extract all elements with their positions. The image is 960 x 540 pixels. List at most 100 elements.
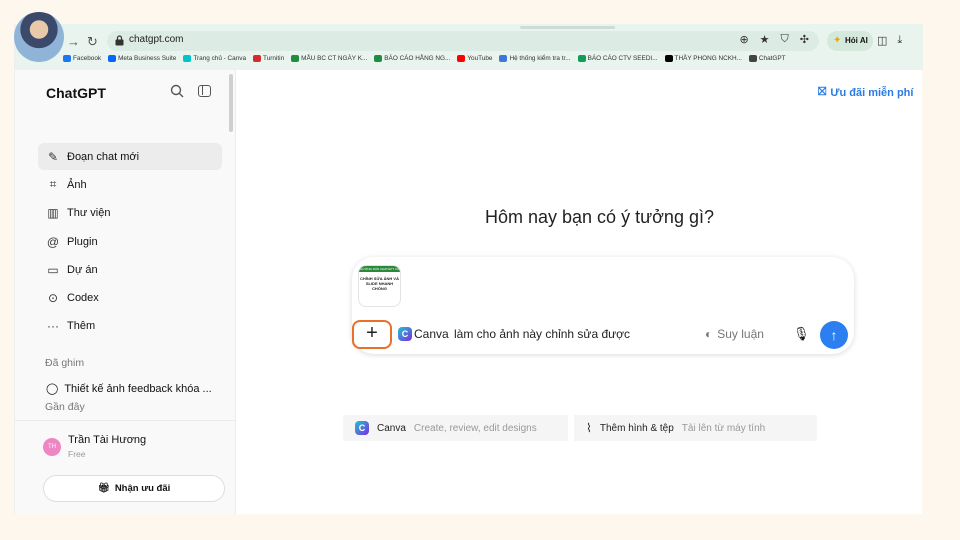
sidebar-item-label: Ảnh	[67, 178, 87, 191]
lock-icon	[115, 35, 124, 46]
bookmark-favicon-icon	[108, 55, 117, 62]
user-name: Trần Tài Hương	[68, 434, 147, 446]
sidebar-item-images[interactable]: ⌗ Ảnh	[38, 171, 222, 198]
page-headline: Hôm nay bạn có ý tưởng gì?	[485, 207, 714, 227]
bookmark-label: YouTube	[467, 55, 493, 62]
bookmark-item[interactable]: THẦY PHONG NCKH...	[664, 55, 742, 62]
bookmark-label: Trang chủ - Canva	[193, 55, 247, 62]
bookmark-label: Facebook	[73, 55, 102, 62]
sidebar-item-projects[interactable]: ▭ Dự án	[38, 256, 222, 283]
bookmark-item[interactable]: Meta Business Suite	[108, 55, 176, 62]
canva-logo-icon: C	[355, 421, 369, 435]
bookmark-favicon-icon	[291, 55, 300, 62]
reload-icon[interactable]: ↻	[87, 34, 98, 50]
bookmark-favicon-icon	[577, 55, 586, 62]
bookmark-item[interactable]: Hệ thống kiểm tra tr...	[499, 55, 571, 62]
search-icon[interactable]	[170, 84, 184, 98]
sidebar-item-label: Đoạn chat mới	[67, 150, 140, 163]
pinned-chat-title: Thiết kế ảnh feedback khóa ...	[64, 382, 212, 395]
prompt-input[interactable]: làm cho ảnh này chỉnh sửa được	[454, 327, 630, 341]
bookmark-label: THẦY PHONG NCKH...	[674, 55, 742, 62]
thumbnail-text: SLIDE NHANH CHÓNG	[365, 281, 394, 291]
tool-card-canva[interactable]: C Canva Create, review, edit designs	[343, 415, 568, 441]
more-icon: ···	[47, 318, 59, 333]
url-text: chatgpt.com	[129, 34, 184, 45]
projects-icon: ▭	[47, 262, 59, 277]
bookmark-label: MẪU BC CT NGÀY K...	[301, 55, 368, 62]
thumbnail-header-text: HƯỚNG DẪN CHATGPT VÀ CANVA	[359, 266, 400, 277]
bookmark-item[interactable]: YouTube	[457, 55, 492, 62]
bookmark-favicon-icon	[63, 55, 71, 62]
sidebar-item-library[interactable]: ▥ Thư viện	[38, 199, 222, 226]
address-bar[interactable]: chatgpt.com ⊕ ★ ⛉ ✣	[107, 31, 819, 51]
bookmark-label: Meta Business Suite	[118, 55, 177, 62]
bookmark-favicon-icon	[748, 55, 757, 62]
extensions-icon[interactable]: ✣	[800, 33, 809, 46]
sidebar-item-new-chat[interactable]: ✎ Đoạn chat mới	[38, 143, 222, 170]
microphone-icon[interactable]: 🎙︎	[793, 326, 810, 342]
selected-plugin-name[interactable]: Canva	[414, 327, 449, 341]
gift-icon: ⛝	[818, 86, 827, 98]
zoom-icon[interactable]: ⊕	[739, 33, 748, 46]
chat-composer[interactable]: HƯỚNG DẪN CHATGPT VÀ CANVA CHỈNH SỬA ẢNH…	[352, 257, 854, 354]
profile-photo[interactable]	[14, 12, 64, 62]
bookmark-favicon-icon	[253, 55, 262, 62]
new-chat-icon: ✎	[47, 149, 59, 164]
user-profile[interactable]: TH Trần Tài Hương Free 🎁︎ Nhận ưu đãi	[15, 420, 236, 514]
claim-offer-button[interactable]: 🎁︎ Nhận ưu đãi	[43, 475, 225, 502]
bookmark-item[interactable]: Turnitin	[253, 55, 284, 62]
sidebar-item-label: Codex	[67, 291, 99, 304]
bookmark-favicon-icon	[664, 55, 673, 62]
chat-bubble-icon: ◯	[46, 383, 59, 395]
sidebar-toggle-icon[interactable]	[198, 85, 211, 97]
brand-title[interactable]: ChatGPT	[46, 85, 106, 101]
user-avatar: TH	[43, 438, 61, 456]
sidebar-item-codex[interactable]: ⊙ Codex	[38, 284, 222, 311]
tab-strip	[520, 26, 615, 29]
sidebar-item-plugin[interactable]: @ Plugin	[38, 228, 222, 255]
shield-icon[interactable]: ⛉	[781, 33, 789, 46]
bookmark-item[interactable]: MẪU BC CT NGÀY K...	[291, 55, 367, 62]
free-offer-link[interactable]: ⛝ Ưu đãi miễn phí	[818, 86, 913, 99]
sidebar-item-label: Thêm	[67, 319, 96, 332]
bookmark-label: Turnitin	[263, 55, 285, 62]
bookmarks-bar: Facebook Meta Business Suite Trang chủ - C…	[63, 55, 786, 62]
bookmark-label: BÁO CÁO HẰNG NG...	[384, 55, 451, 62]
attached-image-thumbnail[interactable]: HƯỚNG DẪN CHATGPT VÀ CANVA CHỈNH SỬA ẢNH…	[358, 265, 401, 307]
claim-offer-label: Nhận ưu đãi	[114, 483, 171, 494]
tool-card-upload[interactable]: ⌇ Thêm hình & tệp Tải lên từ máy tính	[574, 415, 817, 441]
sidebar: ChatGPT ✎ Đoạn chat mới ⌗ Ảnh ▥ Thư viện @ Plug…	[15, 70, 236, 514]
sidebar-item-more[interactable]: ··· Thêm	[38, 312, 222, 339]
ask-ai-button[interactable]: ✦ Hỏi AI	[827, 31, 873, 51]
bookmark-favicon-icon	[499, 55, 508, 62]
bookmark-star-icon[interactable]: ★	[760, 33, 770, 46]
paperclip-icon: ⌇	[586, 421, 592, 435]
bookmark-item[interactable]: Facebook	[63, 55, 101, 62]
bookmark-label: BÁO CÁO CTV SEEDI...	[587, 55, 658, 62]
user-plan: Free	[68, 449, 86, 459]
send-button[interactable]: ↑	[820, 321, 848, 349]
ask-ai-label: Hỏi AI	[845, 36, 868, 45]
add-attachment-button[interactable]: +	[352, 320, 392, 349]
bookmark-label: ChatGPT	[758, 55, 786, 62]
pinned-chat-item[interactable]: ◯ Thiết kế ảnh feedback khóa ...	[46, 382, 212, 396]
reasoning-label: Suy luận	[717, 327, 764, 341]
bookmark-favicon-icon	[183, 55, 192, 62]
browser-window: → ↻ chatgpt.com ⊕ ★ ⛉ ✣ ✦ Hỏi AI ◫ ⤓ Fac…	[14, 24, 923, 514]
bookmark-item[interactable]: ChatGPT	[748, 55, 786, 62]
sidebar-scrollbar[interactable]	[229, 74, 233, 132]
pinned-section-label: Đã ghim	[45, 357, 85, 369]
reasoning-toggle[interactable]: ◐ Suy luận	[705, 327, 764, 341]
bookmark-item[interactable]: BÁO CÁO HẰNG NG...	[374, 55, 450, 62]
bookmark-item[interactable]: BÁO CÁO CTV SEEDI...	[577, 55, 658, 62]
free-offer-label: Ưu đãi miễn phí	[830, 86, 914, 99]
split-view-icon[interactable]: ◫	[877, 34, 887, 47]
brain-icon: ◐	[705, 327, 713, 341]
sparkle-icon: ✦	[833, 35, 842, 46]
gift-icon: 🎁︎	[97, 483, 110, 494]
codex-icon: ⊙	[47, 290, 59, 305]
forward-icon[interactable]: →	[67, 34, 80, 49]
plugin-icon: @	[46, 234, 60, 249]
download-icon[interactable]: ⤓	[897, 34, 902, 47]
bookmark-item[interactable]: Trang chủ - Canva	[183, 55, 246, 62]
